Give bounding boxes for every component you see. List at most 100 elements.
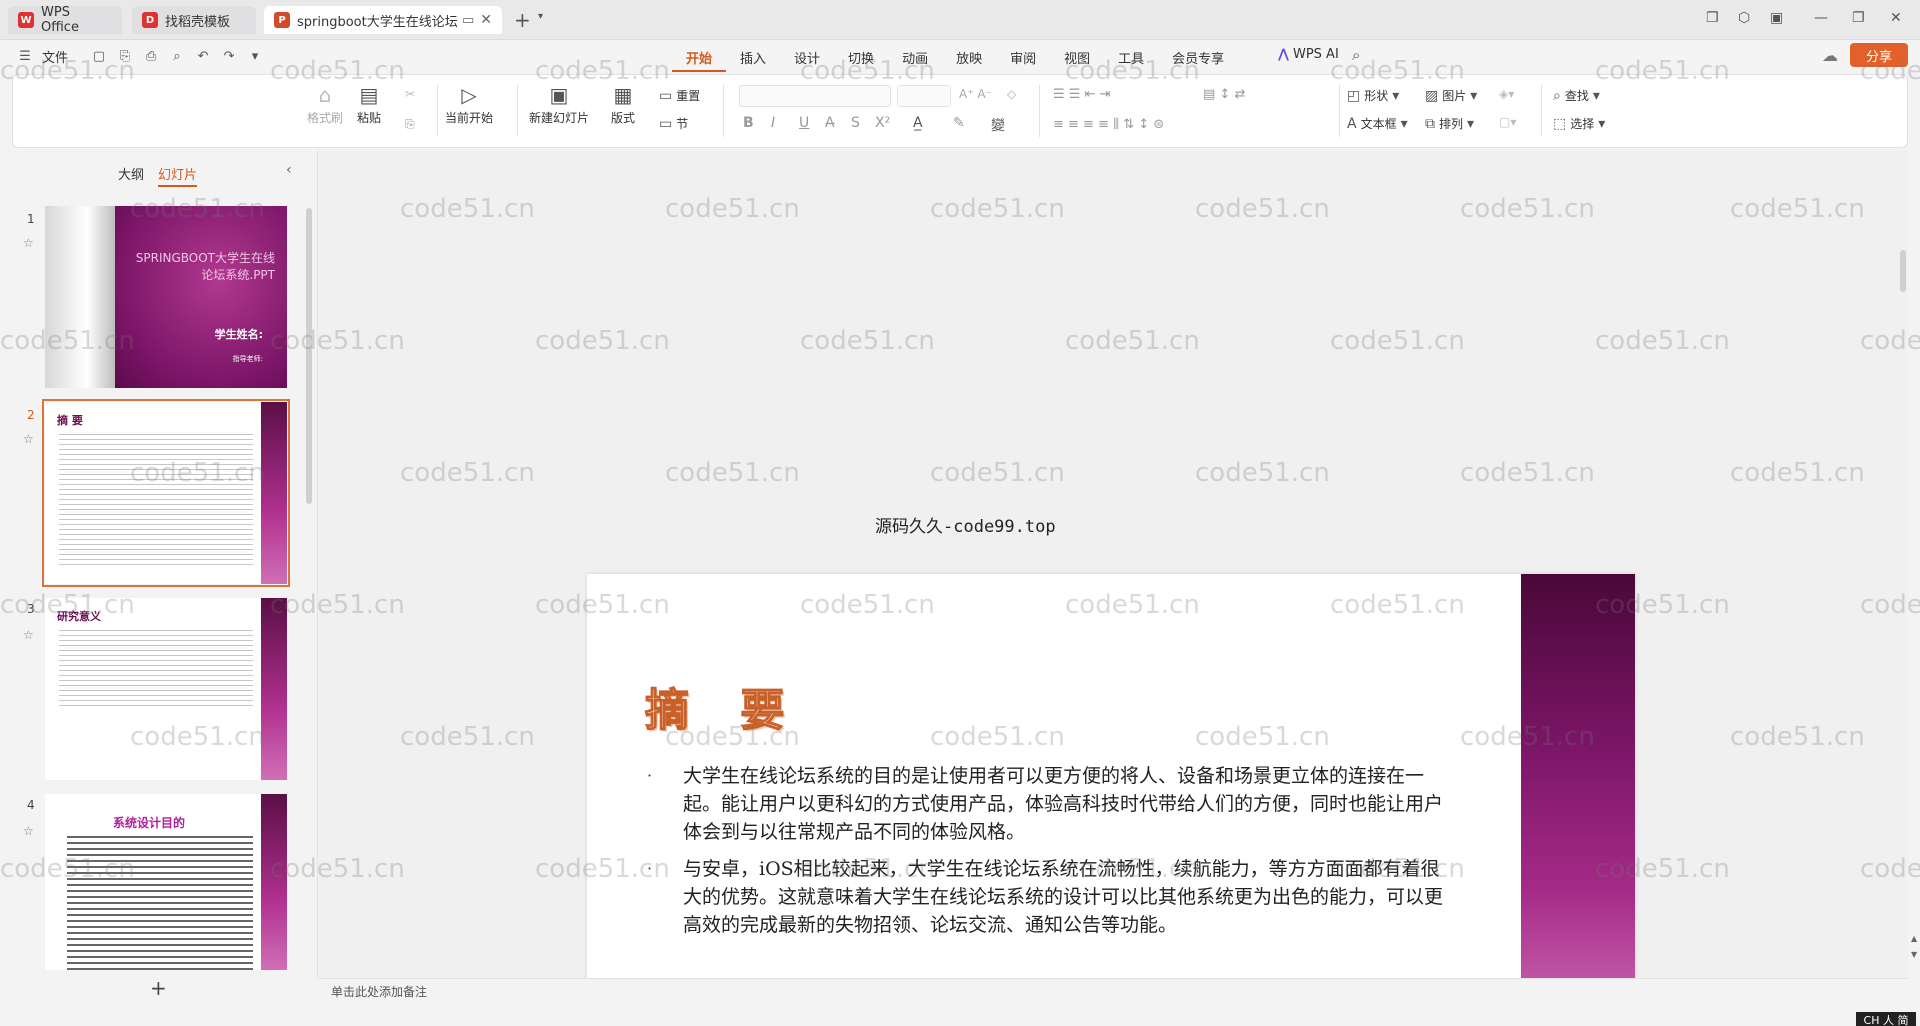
tab-insert[interactable]: 插入 [726,48,780,72]
share-label: 分享 [1865,49,1892,65]
star-icon[interactable]: ☆ [23,628,34,642]
file-menu[interactable]: 文件 [42,47,68,66]
slide-canvas[interactable]: 源码久久-code99.top 摘 要 大学生在线论坛系统的目的是让使用者可以更… [319,150,1908,978]
select-icon: ⬚ [1553,115,1567,132]
print-preview-icon[interactable]: ⌕ [168,49,186,64]
save-icon[interactable]: ▢ [90,49,108,64]
star-icon[interactable]: ☆ [23,236,34,250]
star-icon[interactable]: ☆ [23,824,34,838]
bold-icon[interactable]: B [743,115,754,131]
superscript-icon[interactable]: X² [875,115,890,131]
tab-outline[interactable]: 大纲 [118,164,144,187]
new-tab-icon[interactable]: + [514,8,531,32]
align-icons[interactable]: ≡ ≡ ≡ ≡ ⫼ ⇅ ↕ ⊜ [1053,117,1164,132]
find-button[interactable]: ⌕ 查找 ▾ [1553,87,1600,104]
tab-label: WPS Office [41,5,79,35]
tab-slideshow[interactable]: 放映 [942,48,996,72]
reset-button[interactable]: ▭ 重置 [659,87,700,104]
scrollbar[interactable] [306,208,312,504]
scroll-down-icon[interactable]: ▼ [1911,950,1917,959]
restore-icon[interactable]: ❐ [1852,10,1865,26]
collapse-panel-icon[interactable]: ‹ [286,162,292,178]
layout-button[interactable]: ▦ 版式 [611,81,635,126]
strikethrough-icon[interactable]: A̶ [825,115,835,131]
tab-transitions[interactable]: 切换 [834,48,888,72]
tab-slides[interactable]: 幻灯片 [158,164,198,187]
select-button[interactable]: ⬚ 选择 ▾ [1553,115,1605,132]
tab-home[interactable]: 开始 [672,48,727,72]
fill-icon[interactable]: ◈▾ [1499,87,1514,101]
search-icon[interactable]: ⌕ [1352,46,1360,64]
scrollbar[interactable] [1900,250,1906,292]
chevron-down-icon[interactable]: ▾ [246,49,264,64]
chevron-down-icon[interactable]: ▾ [538,11,543,22]
tab-review[interactable]: 审阅 [996,48,1050,72]
chevron-down-icon: ▾ [1592,87,1600,104]
cube-icon[interactable]: ⬡ [1738,10,1750,26]
add-slide-icon[interactable]: + [150,976,167,1000]
tab-presentation[interactable]: P springboot大学生在线论坛 ▭ ✕ [264,6,502,34]
notes-pane[interactable]: 单击此处添加备注 [319,978,1908,1000]
slide-body[interactable]: 大学生在线论坛系统的目的是让使用者可以更方便的将人、设备和场景更立体的连接在一起… [647,762,1447,948]
shape-button[interactable]: ◰ 形状 ▾ [1347,87,1399,104]
wps-ai-button[interactable]: ⋀ WPS AI [1278,47,1339,62]
slide-thumbnail-3[interactable]: 研究意义 [45,598,287,780]
monitor-icon[interactable]: ▭ [462,13,474,28]
export-icon[interactable]: ⎘ [116,49,134,64]
scroll-up-icon[interactable]: ▲ [1911,934,1917,943]
slideshow-current-button[interactable]: ▷ 当前开始 [445,81,493,126]
close-window-icon[interactable]: ✕ [1890,10,1902,26]
current-slide[interactable]: 摘 要 大学生在线论坛系统的目的是让使用者可以更方便的将人、设备和场景更立体的连… [587,574,1635,978]
divider [1339,85,1340,137]
cut-icon[interactable]: ✂ [405,87,415,101]
bullet-list-icon[interactable]: ☰ ☰ ⇤ ⇥ [1053,87,1111,102]
clear-format-icon[interactable]: ◇ [1007,87,1016,101]
cloud-icon[interactable]: ☁ [1822,46,1838,65]
share-button[interactable]: 分享 [1850,43,1908,67]
new-slide-button[interactable]: ▣ 新建幻灯片 [529,81,589,126]
tab-wps-office[interactable]: W WPS Office [8,5,122,35]
char-spacing-icon[interactable]: 變 [991,115,1005,135]
ime-indicator[interactable]: CH 人 简 [1856,1012,1916,1026]
line-spacing-icon[interactable]: ▤ ↕ ⇄ [1203,87,1245,102]
shadow-icon[interactable]: S [851,115,860,131]
tab-tools[interactable]: 工具 [1104,48,1158,72]
slide-thumbnail-2[interactable]: 摘 要 [42,399,290,587]
redo-icon[interactable]: ↷ [220,49,238,64]
picture-button[interactable]: ▨ 图片 ▾ [1425,87,1477,104]
font-color-icon[interactable]: A̲ [913,115,923,131]
arrange-button[interactable]: ⧉ 排列 ▾ [1425,115,1474,132]
search-icon: ⌕ [1553,87,1561,104]
textbox-button[interactable]: A 文本框 ▾ [1347,115,1408,132]
print-icon[interactable]: ⎙ [142,49,160,64]
font-grow-icon[interactable]: A⁺ A⁻ [959,87,992,101]
tab-design[interactable]: 设计 [780,48,834,72]
highlight-icon[interactable]: ✎ [953,115,965,131]
minimize-icon[interactable]: — [1814,10,1828,26]
undo-icon[interactable]: ↶ [194,49,212,64]
format-painter-button[interactable]: ⌂ 格式刷 [307,81,343,126]
star-icon[interactable]: ☆ [23,432,34,446]
italic-icon[interactable]: I [771,115,775,131]
avatar[interactable]: ▣ [1770,10,1783,26]
hamburger-icon[interactable]: ☰ [16,49,34,64]
tab-member[interactable]: 会员专享 [1158,48,1238,72]
close-tab-icon[interactable]: ✕ [480,12,492,28]
font-name-select[interactable] [739,85,891,107]
paste-button[interactable]: ▤ 粘贴 [357,81,381,126]
chevron-down-icon: ▾ [1467,115,1475,132]
underline-icon[interactable]: U [799,115,809,131]
slide-thumbnail-1[interactable]: SPRINGBOOT大学生在线论坛系统.PPT 学生姓名: 指导老师: [45,206,287,388]
slide-thumbnail-4[interactable]: 系统设计目的 [45,794,287,970]
section-button[interactable]: ▭ 节 [659,115,688,132]
tab-view[interactable]: 视图 [1050,48,1104,72]
font-size-select[interactable] [897,85,951,107]
outline-icon[interactable]: ▢▾ [1499,115,1516,129]
tab-animations[interactable]: 动画 [888,48,942,72]
divider [723,85,724,137]
tab-template[interactable]: D 找稻壳模板 [132,6,256,34]
slide-title[interactable]: 摘 要 [644,674,802,738]
window-layout-icon[interactable]: ❐ [1706,10,1719,26]
copy-icon[interactable]: ⎘ [405,117,415,132]
play-icon: ▷ [461,83,477,107]
